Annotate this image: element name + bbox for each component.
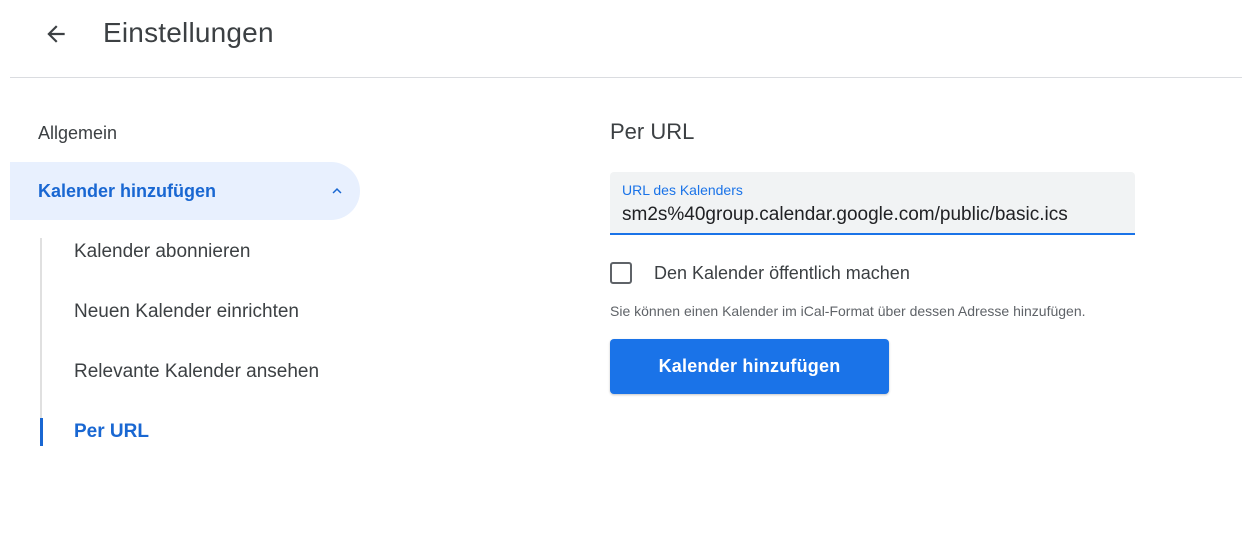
public-checkbox-row[interactable]: Den Kalender öffentlich machen (610, 260, 910, 286)
sidebar-section-label: Kalender hinzufügen (38, 181, 217, 201)
header: Einstellungen (0, 0, 1242, 77)
sidebar-item-general[interactable]: Allgemein (38, 122, 117, 144)
sidebar-item-browse-calendars[interactable]: Relevante Kalender ansehen (74, 360, 319, 384)
arrow-back-icon (47, 25, 65, 43)
subnav-active-indicator (40, 418, 43, 446)
sidebar-section-add-calendar[interactable]: Kalender hinzufügen (10, 162, 360, 220)
subnav-line (40, 238, 42, 446)
header-divider (10, 77, 1242, 78)
chevron-up-icon (332, 188, 342, 194)
sidebar-item-from-url[interactable]: Per URL (74, 420, 149, 444)
sidebar-item-subscribe-calendar[interactable]: Kalender abonnieren (74, 240, 250, 264)
sidebar-item-create-calendar[interactable]: Neuen Kalender einrichten (74, 300, 299, 324)
page-title: Einstellungen (103, 17, 274, 48)
back-button[interactable] (36, 14, 76, 54)
hint-text: Sie können einen Kalender im iCal-Format… (610, 303, 1086, 319)
calendar-url-input[interactable] (622, 202, 1127, 228)
calendar-url-label: URL des Kalenders (622, 182, 743, 198)
section-title: Per URL (610, 119, 695, 144)
public-checkbox[interactable] (610, 262, 632, 284)
public-checkbox-label[interactable]: Den Kalender öffentlich machen (654, 262, 910, 284)
calendar-url-field[interactable]: URL des Kalenders (610, 172, 1135, 235)
add-calendar-button[interactable]: Kalender hinzufügen (610, 339, 889, 394)
